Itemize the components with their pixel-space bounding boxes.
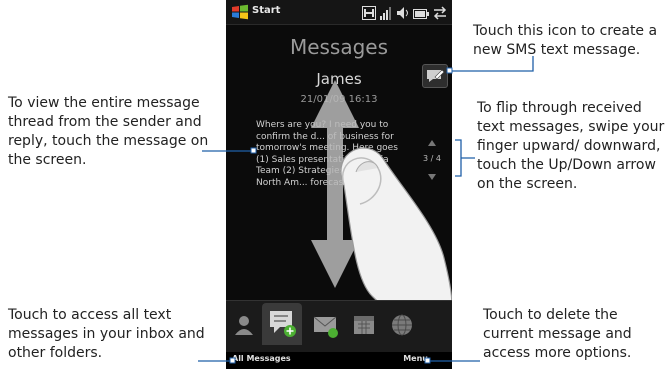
leader-line-new-sms — [450, 56, 534, 72]
callout-lines — [198, 56, 534, 364]
leader-line-pager — [455, 139, 475, 177]
